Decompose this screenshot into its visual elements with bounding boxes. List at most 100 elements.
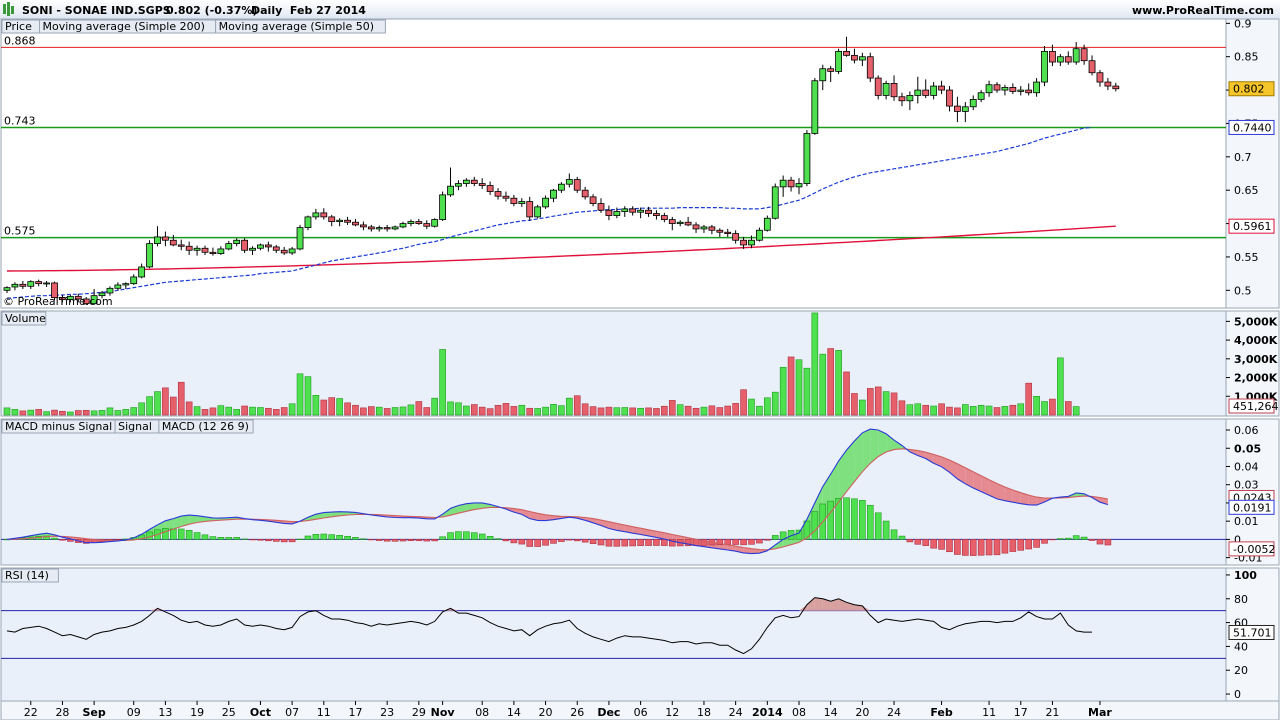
volume-bar	[740, 389, 747, 416]
candle-body	[613, 211, 621, 216]
candle-body	[272, 246, 280, 251]
macd-hist-bar	[431, 539, 438, 542]
volume-bar	[209, 407, 217, 416]
macd-hist-bar	[185, 530, 193, 540]
volume-bar	[732, 403, 739, 416]
volume-bar	[946, 406, 953, 416]
badge-rsi-text: 51.701	[1233, 626, 1272, 639]
macd-hist-bar	[653, 539, 660, 546]
macd-hist-bar	[415, 539, 423, 542]
candle-body	[954, 105, 961, 112]
x-tick-label: 13	[158, 706, 172, 719]
volume-bar	[130, 407, 138, 416]
panel-tab[interactable]: MACD (12 26 9)	[158, 419, 254, 434]
volume-bar	[399, 406, 407, 416]
x-tick-label: 21	[1045, 706, 1059, 719]
volume-tick-label: 4,000K	[1234, 334, 1278, 347]
x-tick-label: 20	[539, 706, 553, 719]
volume-bar	[510, 406, 518, 416]
volume-bar	[1072, 406, 1080, 416]
candle-body	[993, 84, 1001, 91]
candle-body	[748, 239, 755, 246]
panel-tab-label: Signal	[118, 420, 152, 433]
volume-bar	[866, 388, 874, 416]
panel-tab[interactable]: Signal	[114, 419, 160, 434]
candle-body	[502, 195, 510, 199]
candle-body	[835, 50, 842, 72]
badge-last-price: 0.802	[1228, 81, 1275, 97]
volume-bar	[977, 404, 985, 416]
macd-hist-bar	[645, 539, 652, 546]
macd-hist-bar	[494, 538, 502, 540]
volume-bar	[890, 392, 898, 416]
macd-hist-bar	[637, 539, 644, 546]
x-tick-label: Mar	[1088, 706, 1112, 719]
hline-label-1: 0.743	[4, 114, 36, 127]
panel-tab[interactable]: Volume	[1, 311, 47, 326]
volume-bar	[193, 406, 201, 416]
volume-bar	[803, 367, 811, 416]
macd-hist-bar	[1025, 539, 1032, 550]
x-tick-label: 11	[317, 706, 331, 719]
volume-bar	[225, 406, 233, 416]
panel-tab-label: Price	[5, 20, 32, 33]
volume-bar	[1017, 403, 1025, 416]
volume-bar	[122, 409, 130, 416]
candle-body	[843, 50, 850, 56]
volume-bar	[692, 407, 700, 416]
candle-body	[233, 239, 241, 244]
macd-hist-bar	[914, 539, 922, 545]
candle-body	[336, 219, 344, 222]
candle-body	[700, 226, 708, 230]
x-tick-label: 06	[634, 706, 648, 719]
candle-body	[716, 229, 724, 233]
panel-tab[interactable]: Moving average (Simple 200)	[39, 19, 217, 34]
volume-bar	[138, 402, 145, 416]
volume-bar	[700, 406, 708, 416]
volume-bar	[233, 409, 240, 416]
volume-bar	[1001, 406, 1009, 416]
volume-bar	[621, 407, 629, 416]
badge-ma50: 0.7440	[1228, 119, 1275, 135]
macd-hist-bar	[954, 539, 961, 555]
candle-body	[692, 224, 700, 230]
candle-body	[486, 185, 494, 192]
macd-hist-bar	[1064, 537, 1072, 540]
macd-hist-bar	[795, 529, 803, 540]
macd-hist-bar	[59, 539, 66, 541]
volume-panel	[0, 310, 1227, 417]
macd-hist-bar	[573, 539, 581, 542]
macd-hist-bar	[455, 531, 462, 540]
candle-body	[391, 226, 399, 230]
panel-tab[interactable]: Moving average (Simple 50)	[215, 19, 386, 34]
volume-bar	[930, 405, 937, 416]
volume-bar	[922, 404, 930, 416]
panel-tab[interactable]: RSI (14)	[1, 568, 59, 583]
website-link[interactable]: www.ProRealTime.com	[1132, 4, 1274, 17]
candle-body	[676, 221, 684, 224]
panel-tab[interactable]: MACD minus Signal	[1, 419, 116, 434]
macd-hist-bar	[938, 539, 945, 550]
volume-bar	[653, 408, 660, 416]
badge-macd-hist-text: -0.0052	[1233, 543, 1275, 556]
volume-bar	[423, 407, 431, 416]
candle-body	[130, 276, 138, 285]
candle	[534, 204, 542, 219]
volume-bar	[534, 408, 541, 416]
rsi-overbought-fill	[814, 597, 823, 611]
volume-bar	[328, 397, 336, 416]
candle-body	[969, 99, 977, 108]
volume-bar	[676, 404, 684, 416]
volume-bar	[27, 409, 35, 416]
candle-body	[1088, 60, 1096, 74]
panel-tab[interactable]: Price	[1, 19, 40, 34]
candle-body	[138, 266, 146, 278]
volume-bar	[82, 410, 90, 416]
macd-hist-bar	[217, 537, 225, 540]
price-tick-label: 0.9	[1234, 17, 1252, 30]
macd-hist-bar	[534, 539, 541, 547]
volume-bar	[573, 395, 581, 416]
candle-body	[660, 215, 668, 220]
candle-body	[898, 96, 906, 102]
macd-hist-bar	[811, 511, 819, 540]
